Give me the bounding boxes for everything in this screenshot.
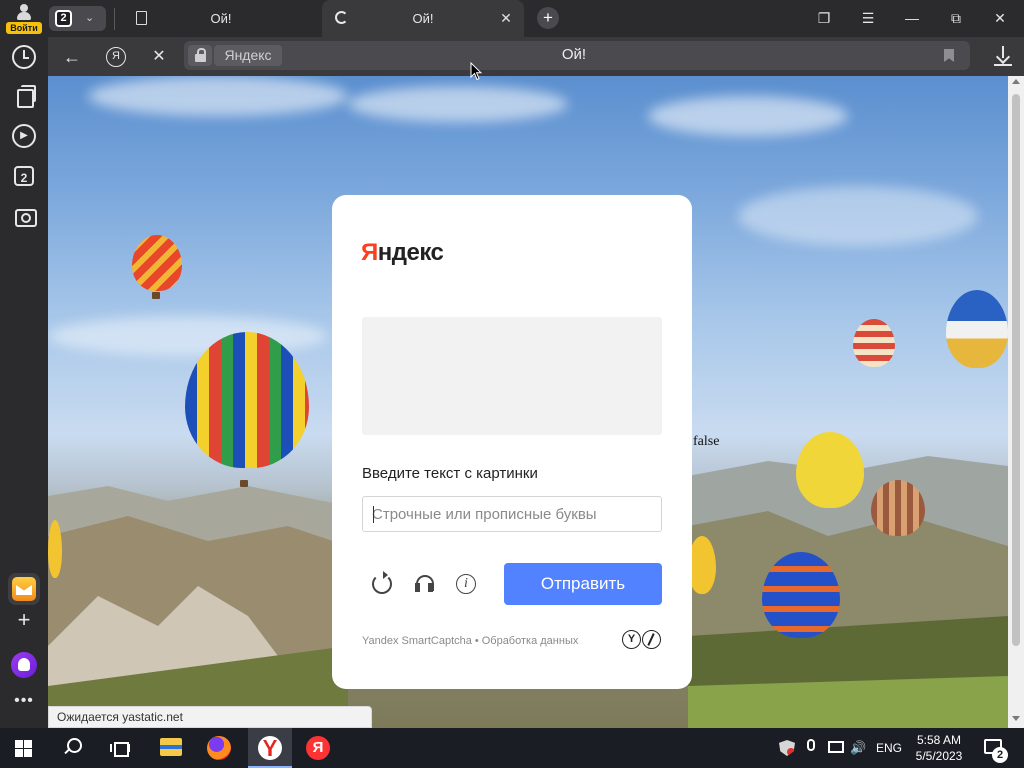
clock-date: 5/5/2023 — [915, 749, 963, 763]
firefox-icon[interactable] — [207, 736, 231, 760]
user-avatar-icon — [16, 3, 32, 21]
yandex-logo: Яндекс — [361, 239, 444, 267]
login-label: Войти — [6, 22, 42, 34]
status-bar: Ожидается yastatic.net — [48, 706, 372, 728]
page-viewport: false Яндекс Введите текст с картинки i … — [48, 76, 1008, 728]
scroll-down-arrow-icon[interactable] — [1012, 716, 1020, 721]
bookmark-icon[interactable] — [944, 49, 954, 62]
title-bar: Войти 2 ⌄ Ой! Ой! ✕ + ❐ ☰ — ⧉ ✕ — [0, 0, 1024, 37]
site-domain-chip[interactable]: Яндекс — [214, 45, 282, 66]
vertical-scrollbar[interactable] — [1008, 76, 1024, 728]
network-icon[interactable] — [828, 741, 844, 753]
screenshot-icon[interactable] — [12, 204, 37, 228]
more-icon[interactable]: ••• — [12, 693, 36, 711]
tab-1[interactable]: Ой! — [122, 0, 320, 37]
text-caret — [373, 506, 374, 523]
add-icon[interactable]: + — [12, 609, 36, 633]
stray-text: false — [693, 434, 720, 449]
captcha-card: Яндекс Введите текст с картинки i Отправ… — [332, 195, 692, 689]
tab-count: 2 — [55, 10, 72, 27]
captcha-prompt: Введите текст с картинки — [362, 465, 538, 482]
footer-brand-link[interactable]: Yandex SmartCaptcha — [362, 635, 472, 647]
collections-icon[interactable] — [12, 84, 36, 108]
headphones-icon[interactable] — [415, 575, 435, 593]
smartcaptcha-logo-icon: Y — [622, 629, 664, 651]
mouse-cursor-icon — [470, 62, 482, 81]
page-title: Ой! — [561, 46, 587, 63]
windows-taskbar: Я 🔊 ENG 5:58 AM 5/5/2023 2 — [0, 728, 1024, 768]
navigation-toolbar: ← Я ✕ Яндекс Ой! — [48, 37, 1024, 76]
sidebar: ▶ 2 + ••• — [0, 37, 48, 728]
chevron-down-icon: ⌄ — [85, 12, 95, 24]
tab-title: Ой! — [412, 11, 434, 26]
captcha-answer-input[interactable] — [362, 496, 662, 532]
volume-icon[interactable]: 🔊 — [850, 740, 866, 756]
new-tab-button[interactable]: + — [537, 7, 559, 29]
close-window-button[interactable]: ✕ — [987, 6, 1013, 30]
search-icon[interactable] — [63, 738, 82, 756]
captcha-image — [362, 317, 662, 435]
download-icon-base — [994, 64, 1012, 66]
security-shield-icon[interactable] — [779, 740, 795, 756]
input-language[interactable]: ENG — [876, 741, 902, 755]
address-bar[interactable]: Яндекс Ой! — [184, 41, 970, 70]
yandex-browser-icon — [258, 736, 282, 760]
back-button[interactable]: ← — [59, 45, 85, 69]
file-explorer-icon[interactable] — [160, 738, 182, 756]
logo-rest: ндекс — [377, 239, 444, 266]
captcha-footer: Yandex SmartCaptcha • Обработка данных — [362, 635, 578, 647]
notification-count-badge: 2 — [992, 747, 1008, 763]
refresh-icon[interactable] — [372, 571, 392, 594]
bookmarks-panel-icon[interactable]: ❐ — [811, 6, 837, 30]
logo-first-letter: Я — [361, 239, 378, 266]
tabs-icon[interactable]: 2 — [14, 166, 34, 186]
download-icon[interactable] — [994, 46, 1012, 66]
video-icon[interactable]: ▶ — [12, 124, 36, 148]
tab-title: Ой! — [210, 11, 232, 26]
footer-logo-letter: Y — [622, 630, 641, 649]
task-view-icon[interactable] — [110, 740, 130, 757]
minimize-button[interactable]: — — [899, 6, 925, 30]
data-processing-link[interactable]: Обработка данных — [482, 635, 579, 647]
login-button[interactable]: Войти — [6, 3, 42, 34]
footer-separator: • — [474, 635, 479, 647]
stop-loading-button[interactable]: ✕ — [146, 45, 172, 69]
restore-button[interactable]: ⧉ — [943, 6, 969, 30]
lock-icon[interactable] — [188, 45, 212, 66]
system-clock[interactable]: 5:58 AM 5/5/2023 — [908, 732, 970, 764]
yandex-button[interactable]: Я — [106, 47, 126, 67]
scroll-up-arrow-icon[interactable] — [1012, 79, 1020, 84]
history-icon[interactable] — [12, 45, 36, 69]
menu-icon[interactable]: ☰ — [855, 6, 881, 30]
scroll-thumb[interactable] — [1012, 94, 1020, 646]
divider — [114, 8, 115, 30]
microphone-icon[interactable] — [807, 739, 815, 751]
mail-button[interactable] — [8, 573, 40, 605]
info-icon[interactable]: i — [456, 574, 476, 594]
submit-button[interactable]: Отправить — [504, 563, 662, 605]
tab-2-active[interactable]: Ой! ✕ — [322, 0, 524, 37]
tab-switcher-button[interactable]: 2 ⌄ — [49, 6, 106, 31]
alice-icon[interactable] — [11, 652, 37, 678]
clock-time: 5:58 AM — [916, 733, 962, 747]
close-tab-icon[interactable]: ✕ — [498, 10, 514, 26]
windows-start-icon[interactable] — [15, 740, 32, 757]
yandex-app-icon[interactable]: Я — [306, 736, 330, 760]
mail-icon — [12, 577, 36, 601]
